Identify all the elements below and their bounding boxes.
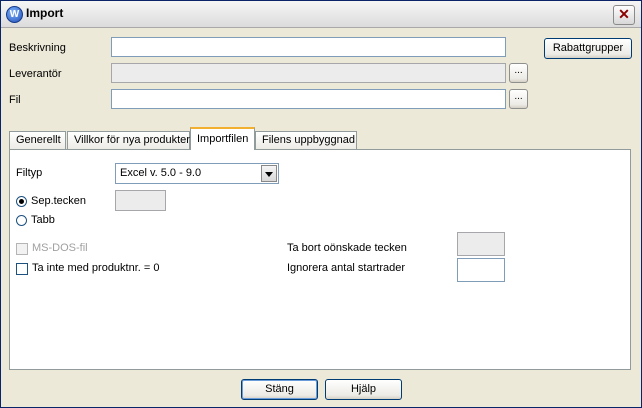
filtyp-select[interactable]: Excel v. 5.0 - 9.0 <box>115 163 279 184</box>
tabb-radio[interactable] <box>16 215 27 226</box>
filtyp-value: Excel v. 5.0 - 9.0 <box>120 167 202 179</box>
beskrivning-label: Beskrivning <box>9 42 66 54</box>
ta-bort-label: Ta bort oönskade tecken <box>287 242 407 254</box>
stang-label: Stäng <box>265 383 294 395</box>
sep-tecken-radio[interactable] <box>16 196 27 207</box>
fil-input[interactable] <box>111 89 506 109</box>
filtyp-label: Filtyp <box>16 167 43 179</box>
app-icon: W <box>6 6 23 23</box>
importfilen-panel: Filtyp Excel v. 5.0 - 9.0 Sep.tecken Tab… <box>9 149 631 370</box>
title-bar[interactable]: W Import ✕ <box>1 1 641 28</box>
fil-label: Fil <box>9 94 21 106</box>
sep-tecken-label: Sep.tecken <box>31 195 87 207</box>
hjalp-button[interactable]: Hjälp <box>325 379 402 400</box>
rabattgrupper-button[interactable]: Rabattgrupper <box>544 38 632 59</box>
fil-browse-button[interactable]: ... <box>509 89 528 109</box>
ignorera-label: Ignorera antal startrader <box>287 262 406 274</box>
ms-dos-checkbox <box>16 243 28 255</box>
import-dialog: W Import ✕ Beskrivning Rabattgrupper Lev… <box>0 0 642 408</box>
ignorera-input[interactable] <box>457 258 505 282</box>
leverantor-browse-button[interactable]: ... <box>509 63 528 83</box>
ta-bort-input <box>457 232 505 256</box>
leverantor-input <box>111 63 506 83</box>
tab-filens-uppbyggnad[interactable]: Filens uppbyggnad <box>255 131 357 149</box>
chevron-down-icon[interactable] <box>261 165 277 182</box>
tab-villkor[interactable]: Villkor för nya produkter <box>67 131 190 149</box>
leverantor-label: Leverantör <box>9 68 62 80</box>
tab-generellt[interactable]: Generellt <box>9 131 66 149</box>
ms-dos-label: MS-DOS-fil <box>32 242 88 254</box>
sep-tecken-input <box>115 190 166 211</box>
beskrivning-input[interactable] <box>111 37 506 57</box>
ta-inte-med-checkbox[interactable] <box>16 263 28 275</box>
close-button[interactable]: ✕ <box>613 5 635 25</box>
stang-button[interactable]: Stäng <box>241 379 318 400</box>
ta-inte-med-label: Ta inte med produktnr. = 0 <box>32 262 160 274</box>
close-icon: ✕ <box>618 6 630 22</box>
tabb-label: Tabb <box>31 214 55 226</box>
tab-importfilen[interactable]: Importfilen <box>190 127 255 150</box>
hjalp-label: Hjälp <box>350 383 377 395</box>
rabattgrupper-label: Rabattgrupper <box>552 42 624 54</box>
window-title: Import <box>26 6 64 20</box>
